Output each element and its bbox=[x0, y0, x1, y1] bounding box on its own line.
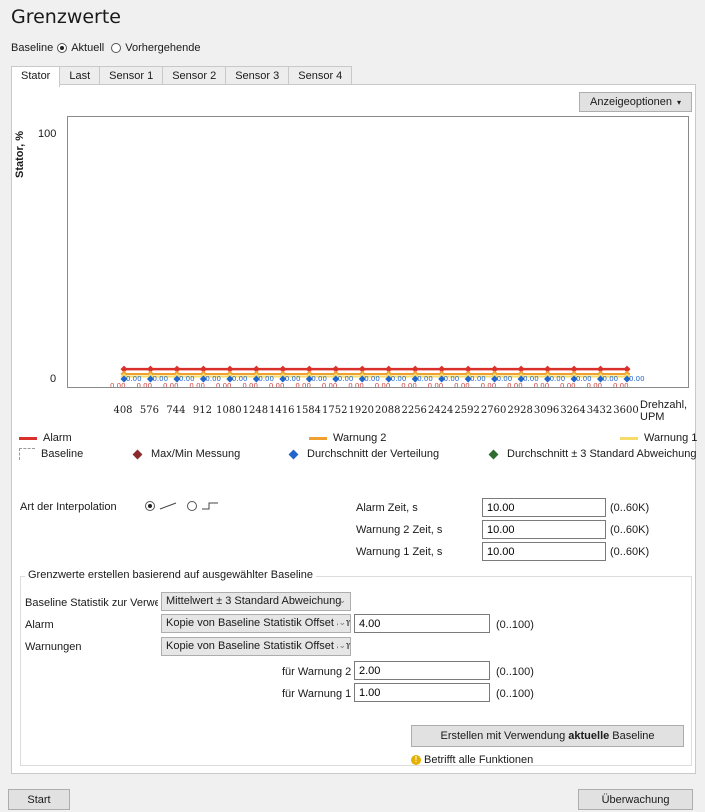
warning-1-time-label: Warnung 1 Zeit, s bbox=[356, 546, 443, 558]
point-label-red: 0.00 bbox=[481, 382, 497, 387]
point-label-red: 0.00 bbox=[454, 382, 470, 387]
warnings-method-select[interactable]: Kopie von Baseline Statistik Offset anwe… bbox=[161, 637, 351, 656]
baseline-statistic-select[interactable]: Mittelwert ± 3 Standard Abweichung ⌄ bbox=[161, 592, 351, 611]
legend-swatch bbox=[19, 436, 37, 440]
alarm-time-label: Alarm Zeit, s bbox=[356, 502, 418, 514]
point-label-blue: 0.00 bbox=[629, 375, 645, 383]
point-label-red: 0.00 bbox=[428, 382, 444, 387]
page-title: Grenzwerte bbox=[11, 6, 122, 28]
display-options-button[interactable]: Anzeigeoptionen ▾ bbox=[579, 92, 692, 112]
legend-average-std: Durchschnitt ± 3 Standard Abweichung bbox=[488, 448, 696, 460]
point-label-red: 0.00 bbox=[322, 382, 338, 387]
radio-current-label[interactable]: Aktuell bbox=[71, 42, 104, 54]
diamond-icon bbox=[132, 449, 143, 459]
point-label-red: 0.00 bbox=[534, 382, 550, 387]
y-tick-label: 100 bbox=[38, 128, 57, 140]
warnings-label: Warnungen bbox=[25, 641, 82, 653]
warning-2-offset-range: (0..100) bbox=[496, 666, 534, 678]
alarm-method-select[interactable]: Kopie von Baseline Statistik Offset anwe… bbox=[161, 614, 351, 633]
legend-dashed-icon bbox=[19, 448, 35, 460]
tab-stator[interactable]: Stator bbox=[11, 66, 61, 87]
chevron-down-icon: ⌄ bbox=[338, 640, 346, 651]
legend-max-min: Max/Min Messung bbox=[132, 448, 240, 460]
point-label-red: 0.00 bbox=[216, 382, 232, 387]
legend-alarm: Alarm bbox=[19, 432, 72, 444]
diamond-icon bbox=[488, 449, 499, 459]
radio-previous[interactable] bbox=[111, 43, 122, 53]
chart-plot-area: 0.00 0.00 0.00 0.00 0.00 0.00 0.00 0.00 0.00 0.00… bbox=[67, 116, 689, 388]
x-axis-label: Drehzahl, UPM bbox=[640, 399, 688, 423]
warning-2-offset-input[interactable] bbox=[354, 661, 490, 680]
chart-svg: 0.000.000.000.000.000.000.000.000.000.00… bbox=[110, 365, 645, 387]
alarm-label: Alarm bbox=[25, 619, 54, 631]
chevron-down-icon: ⌄ bbox=[338, 617, 346, 628]
warning-1-time-input[interactable] bbox=[482, 542, 606, 561]
warning-2-time-range: (0..60K) bbox=[610, 524, 650, 536]
start-button[interactable]: Start bbox=[8, 789, 70, 810]
baseline-label: Baseline bbox=[11, 42, 54, 54]
warning-2-time-input[interactable] bbox=[482, 520, 606, 539]
legend-distribution-average: Durchschnitt der Verteilung bbox=[288, 448, 439, 460]
y-axis-label: Stator, % bbox=[14, 130, 26, 178]
warning-1-offset-input[interactable] bbox=[354, 683, 490, 702]
radio-linear[interactable] bbox=[145, 501, 155, 511]
warning-1-time-range: (0..60K) bbox=[610, 546, 650, 558]
affects-all-note: ! Betrifft alle Funktionen bbox=[411, 754, 533, 766]
alarm-offset-range: (0..100) bbox=[496, 619, 534, 631]
radio-previous-label[interactable]: Vorhergehende bbox=[125, 42, 200, 54]
point-label-red: 0.00 bbox=[375, 382, 391, 387]
create-with-current-baseline-button[interactable]: Erstellen mit Verwendung aktuelle Baseli… bbox=[411, 725, 684, 747]
group-title: Grenzwerte erstellen basierend auf ausge… bbox=[25, 569, 316, 581]
point-label-red: 0.00 bbox=[269, 382, 285, 387]
linear-interpolation-icon bbox=[159, 502, 177, 510]
baseline-selector: Baseline Aktuell Vorhergehende bbox=[11, 42, 200, 54]
point-label-red: 0.00 bbox=[560, 382, 576, 387]
monitoring-button[interactable]: Überwachung bbox=[578, 789, 693, 810]
interpolation-label: Art der Interpolation bbox=[20, 501, 117, 513]
legend-warning-1: Warnung 1 bbox=[620, 432, 697, 444]
point-label-red: 0.00 bbox=[401, 382, 417, 387]
point-label-red: 0.00 bbox=[295, 382, 311, 387]
alarm-time-range: (0..60K) bbox=[610, 502, 650, 514]
interpolation-options bbox=[145, 500, 220, 512]
alarm-time-input[interactable] bbox=[482, 498, 606, 517]
warning-2-time-label: Warnung 2 Zeit, s bbox=[356, 524, 443, 536]
point-label-red: 0.00 bbox=[163, 382, 179, 387]
legend-swatch bbox=[620, 436, 638, 440]
warning-icon: ! bbox=[411, 755, 421, 765]
step-interpolation-icon bbox=[202, 502, 218, 510]
chevron-down-icon: ⌄ bbox=[338, 595, 346, 605]
point-label-red: 0.00 bbox=[110, 382, 126, 387]
legend-swatch bbox=[309, 436, 327, 440]
point-label-red: 0.00 bbox=[587, 382, 603, 387]
chevron-down-icon: ▾ bbox=[676, 97, 681, 107]
warning-1-offset-range: (0..100) bbox=[496, 688, 534, 700]
point-label-red: 0.00 bbox=[348, 382, 364, 387]
legend-warning-2: Warnung 2 bbox=[309, 432, 386, 444]
alarm-offset-input[interactable] bbox=[354, 614, 490, 633]
legend-baseline: Baseline bbox=[19, 448, 83, 460]
baseline-statistic-label: Baseline Statistik zur Verwer bbox=[25, 597, 158, 609]
point-label-red: 0.00 bbox=[136, 382, 152, 387]
y-tick-label: 0 bbox=[50, 373, 57, 385]
radio-step[interactable] bbox=[187, 501, 197, 511]
point-label-red: 0.00 bbox=[613, 382, 629, 387]
radio-current[interactable] bbox=[57, 43, 68, 53]
warning-1-offset-label: für Warnung 1 bbox=[282, 688, 352, 700]
warning-2-offset-label: für Warnung 2 bbox=[282, 666, 352, 678]
point-label-red: 0.00 bbox=[507, 382, 523, 387]
point-label-red: 0.00 bbox=[189, 382, 205, 387]
diamond-icon bbox=[288, 449, 299, 459]
point-label-red: 0.00 bbox=[242, 382, 258, 387]
